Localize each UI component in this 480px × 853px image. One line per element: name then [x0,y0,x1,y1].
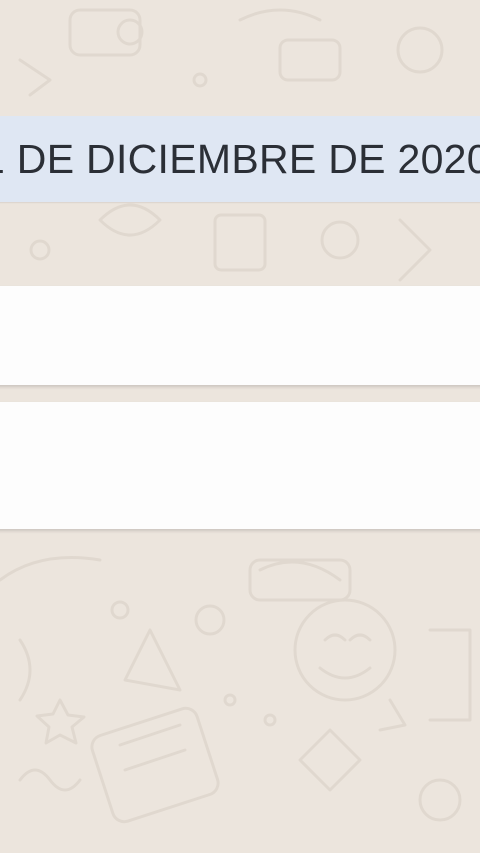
message-bubble[interactable] [0,402,480,529]
message-text [0,286,480,350]
message-bubble[interactable] [0,286,480,385]
date-separator: 1 DE DICIEMBRE DE 2020 [0,116,480,202]
date-separator-label: 1 DE DICIEMBRE DE 2020 [0,135,480,182]
message-text [0,402,480,466]
